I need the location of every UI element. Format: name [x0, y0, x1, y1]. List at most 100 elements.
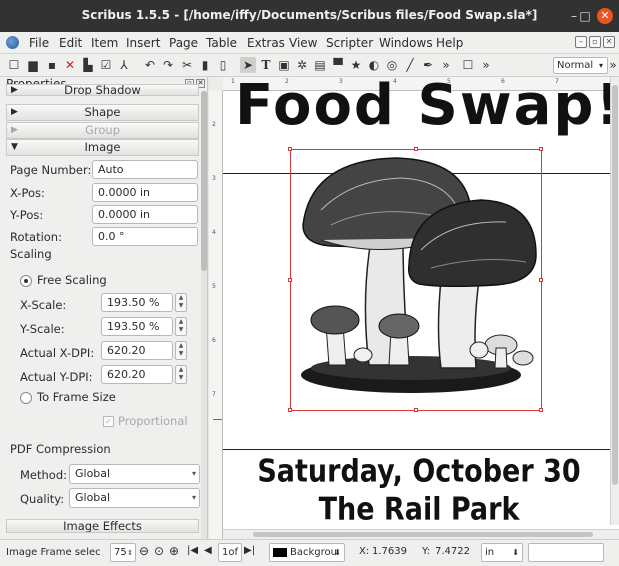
headline-text-frame[interactable]: Food Swap!	[235, 77, 619, 138]
mdi-close-icon[interactable]: ✕	[603, 36, 615, 48]
properties-scrollbar-thumb[interactable]	[201, 91, 207, 271]
canvas-vertical-scrollbar-thumb[interactable]	[612, 85, 618, 485]
event-place-text[interactable]: The Rail Park	[229, 492, 609, 528]
canvas-vertical-scrollbar[interactable]	[610, 77, 619, 525]
redo-icon[interactable]: ↷	[160, 57, 176, 73]
toolbar-overflow-2-icon[interactable]: »	[478, 57, 494, 73]
shape-icon[interactable]: ▀	[330, 57, 346, 73]
menu-edit[interactable]: Edit	[59, 36, 82, 50]
arc-icon[interactable]: ◐	[366, 57, 382, 73]
actual-xdpi-field[interactable]: 620.20	[101, 341, 173, 360]
zoom-in-icon[interactable]: ⊕	[169, 544, 179, 558]
canvas-horizontal-scrollbar[interactable]	[223, 529, 619, 539]
free-scaling-radio[interactable]	[20, 275, 32, 287]
preflight-icon[interactable]: ☑	[98, 57, 114, 73]
resize-handle-sw[interactable]	[288, 408, 292, 412]
toolbar-overflow-icon[interactable]: »	[438, 57, 454, 73]
new-document-icon[interactable]: ☐	[6, 57, 22, 73]
mdi-minimize-icon[interactable]: –	[575, 36, 587, 48]
print-icon[interactable]: ▙	[80, 57, 96, 73]
xpos-field[interactable]: 0.0000 in	[92, 183, 198, 202]
actual-ydpi-field[interactable]: 620.20	[101, 365, 173, 384]
actual-xdpi-stepper[interactable]: ▲ ▼	[175, 341, 187, 360]
save-icon[interactable]: ▪	[44, 57, 60, 73]
properties-scrollbar[interactable]	[201, 91, 207, 539]
line-icon[interactable]: ╱	[402, 57, 418, 73]
to-frame-size-radio[interactable]	[20, 392, 32, 404]
resize-handle-s[interactable]	[414, 408, 418, 412]
actual-ydpi-stepper[interactable]: ▲ ▼	[175, 365, 187, 384]
menu-extras[interactable]: Extras	[247, 36, 285, 50]
method-select[interactable]: Global ▾	[69, 464, 200, 484]
section-drop-shadow[interactable]: ▶ Drop Shadow	[6, 84, 199, 96]
polygon-star-icon[interactable]: ★	[348, 57, 364, 73]
section-image-effects[interactable]: Image Effects	[6, 519, 199, 533]
table-icon[interactable]: ▤	[312, 57, 328, 73]
menu-table[interactable]: Table	[206, 36, 237, 50]
xscale-stepper[interactable]: ▲ ▼	[175, 293, 187, 312]
menu-scripter[interactable]: Scripter	[326, 36, 373, 50]
document-canvas[interactable]: 1 2 3 4 5 6 7 2 3 4 5 6 7 Food Swap! Sat…	[209, 77, 619, 539]
page-number-field[interactable]: Auto	[92, 160, 198, 179]
toolbar-overflow-3-icon[interactable]: »	[608, 57, 618, 73]
yscale-label: Y-Scale:	[20, 322, 65, 336]
menu-item[interactable]: Item	[91, 36, 118, 50]
close-document-icon[interactable]: ✕	[62, 57, 78, 73]
zoom-100-icon[interactable]: ⊙	[154, 544, 164, 558]
menu-help[interactable]: Help	[436, 36, 463, 50]
render-frame-icon[interactable]: ✲	[294, 57, 310, 73]
spiral-icon[interactable]: ◎	[384, 57, 400, 73]
mdi-restore-icon[interactable]: ▫	[589, 36, 601, 48]
rotation-field[interactable]: 0.0 °	[92, 227, 198, 246]
resize-handle-e[interactable]	[539, 278, 543, 282]
canvas-horizontal-scrollbar-thumb[interactable]	[253, 532, 593, 537]
section-shape[interactable]: ▶ Shape	[6, 104, 199, 121]
image-frame-icon[interactable]: ▣	[276, 57, 292, 73]
select-arrow-icon[interactable]: ➤	[240, 57, 256, 73]
next-page-icon[interactable]: ▶|	[244, 545, 255, 556]
previous-page-icon[interactable]: ◀	[204, 545, 212, 556]
text-frame-icon[interactable]: T	[258, 57, 274, 73]
menu-windows[interactable]: Windows	[379, 36, 433, 50]
event-date-text[interactable]: Saturday, October 30	[229, 454, 609, 490]
open-folder-icon[interactable]: ▆	[25, 57, 41, 73]
unit-select[interactable]: in ⬇	[481, 543, 523, 562]
zoom-out-icon[interactable]: ⊖	[139, 544, 149, 558]
status-extra-field[interactable]	[528, 543, 604, 562]
first-page-icon[interactable]: |◀	[187, 545, 198, 556]
xscale-field[interactable]: 193.50 %	[101, 293, 173, 312]
resize-handle-n[interactable]	[414, 147, 418, 151]
image-frame[interactable]	[288, 147, 543, 412]
quality-select[interactable]: Global ▾	[69, 488, 200, 508]
maximize-icon[interactable]: □	[577, 8, 593, 24]
vertical-ruler[interactable]: 2 3 4 5 6 7	[209, 91, 223, 539]
document-page[interactable]: Food Swap! Saturday, October 30 The Rail…	[223, 77, 619, 528]
menu-file[interactable]: File	[29, 36, 49, 50]
yscale-field[interactable]: 193.50 %	[101, 317, 173, 336]
yscale-stepper[interactable]: ▲ ▼	[175, 317, 187, 336]
cut-icon[interactable]: ✂	[179, 57, 195, 73]
menu-page[interactable]: Page	[169, 36, 198, 50]
bezier-pen-icon[interactable]: ✒	[420, 57, 436, 73]
ruler-corner[interactable]	[209, 77, 223, 91]
zoom-field[interactable]: 75 ⇕	[110, 543, 136, 562]
paste-icon[interactable]: ▯	[215, 57, 231, 73]
menu-view[interactable]: View	[289, 36, 317, 50]
export-pdf-icon[interactable]: ⅄	[116, 57, 132, 73]
resize-handle-ne[interactable]	[539, 147, 543, 151]
copy-icon[interactable]: ▮	[197, 57, 213, 73]
page-select[interactable]: 1of	[218, 543, 242, 562]
section-image[interactable]: ▼ Image	[6, 139, 199, 156]
ypos-field[interactable]: 0.0000 in	[92, 205, 198, 224]
resize-handle-nw[interactable]	[288, 147, 292, 151]
close-icon[interactable]: ✕	[597, 8, 613, 24]
resize-handle-se[interactable]	[539, 408, 543, 412]
resize-handle-w[interactable]	[288, 278, 292, 282]
view-mode-select[interactable]: Normal ▾	[553, 57, 608, 74]
preview-mode-icon[interactable]: ☐	[460, 57, 476, 73]
unit-value: in	[485, 547, 495, 558]
actual-xdpi-label: Actual X-DPI:	[20, 346, 95, 360]
menu-insert[interactable]: Insert	[126, 36, 160, 50]
layer-select[interactable]: Backgrou ⬇	[269, 543, 345, 562]
undo-icon[interactable]: ↶	[142, 57, 158, 73]
